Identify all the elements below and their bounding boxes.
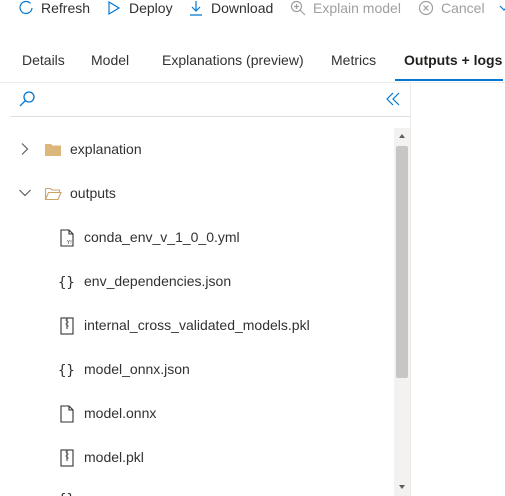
tree-item-file[interactable]: Y! conda_env_v_1_0_0.yml bbox=[10, 216, 394, 260]
chevron-down-icon bbox=[499, 5, 505, 11]
svg-text:Y!: Y! bbox=[66, 240, 72, 246]
tree-item-file[interactable]: {} model_onnx.json bbox=[10, 348, 394, 392]
tabs-divider bbox=[0, 82, 505, 83]
tree-item-label: model.pkl bbox=[84, 449, 144, 465]
tree-item-label: env_dependencies.json bbox=[84, 273, 232, 289]
command-bar: Refresh Deploy Download Explain model Ca… bbox=[0, 0, 505, 18]
tree-item-label: internal_cross_validated_models.pkl bbox=[84, 317, 310, 333]
zip-file-icon bbox=[60, 449, 74, 467]
zip-file-icon bbox=[60, 317, 74, 335]
tree-item-file[interactable]: {} env_dependencies.json bbox=[10, 260, 394, 304]
cancel-icon bbox=[418, 0, 434, 16]
svg-text:{}: {} bbox=[58, 492, 75, 496]
scroll-down-icon[interactable] bbox=[398, 483, 406, 491]
download-label: Download bbox=[211, 0, 274, 16]
refresh-button[interactable]: Refresh bbox=[18, 0, 90, 18]
collapse-panel-icon[interactable] bbox=[386, 92, 400, 106]
tree-item-label: explanation bbox=[70, 141, 142, 157]
json-file-icon: {} bbox=[58, 363, 75, 379]
tab-explanations[interactable]: Explanations (preview) bbox=[162, 52, 304, 68]
tab-metrics[interactable]: Metrics bbox=[331, 52, 376, 68]
yml-file-icon: Y! bbox=[60, 229, 74, 247]
download-button[interactable]: Download bbox=[188, 0, 273, 18]
tab-outputs-logs[interactable]: Outputs + logs bbox=[404, 52, 502, 68]
tree-item-file[interactable]: model.pkl bbox=[10, 436, 394, 480]
svg-text:{}: {} bbox=[58, 363, 75, 379]
tree-item-label: model.onnx bbox=[84, 405, 157, 421]
tab-details[interactable]: Details bbox=[22, 52, 65, 68]
scroll-up-icon[interactable] bbox=[398, 132, 406, 140]
folder-icon bbox=[45, 144, 61, 156]
tree-item-label: model_onnx.json bbox=[84, 361, 190, 377]
tab-bar: Details Model Explanations (preview) Met… bbox=[0, 40, 505, 84]
json-file-icon: {} bbox=[58, 275, 75, 291]
refresh-label: Refresh bbox=[41, 0, 91, 16]
search-icon[interactable] bbox=[18, 90, 36, 108]
cancel-button[interactable]: Cancel bbox=[418, 0, 485, 18]
tree-item-label: outputs bbox=[70, 185, 116, 201]
more-commands-button[interactable] bbox=[499, 0, 505, 18]
svg-text:{}: {} bbox=[58, 275, 75, 291]
tree-item-file[interactable]: internal_cross_validated_models.pkl bbox=[10, 304, 394, 348]
json-file-icon: {} bbox=[58, 492, 75, 496]
file-icon bbox=[60, 405, 74, 423]
deploy-button[interactable]: Deploy bbox=[106, 0, 173, 18]
cancel-label: Cancel bbox=[441, 0, 485, 16]
deploy-label: Deploy bbox=[129, 0, 173, 16]
chevron-down-icon[interactable] bbox=[18, 186, 32, 200]
tree-item-file[interactable]: {} bbox=[10, 480, 394, 496]
play-icon bbox=[108, 0, 121, 16]
refresh-icon bbox=[19, 0, 33, 15]
zoom-in-icon bbox=[290, 0, 306, 16]
tree-item-label: conda_env_v_1_0_0.yml bbox=[84, 229, 240, 245]
search-divider bbox=[10, 116, 410, 117]
chevron-right-icon[interactable] bbox=[18, 142, 32, 156]
explain-model-button[interactable]: Explain model bbox=[290, 0, 401, 18]
tree-item-explanation[interactable]: explanation bbox=[10, 128, 394, 172]
panel-divider bbox=[410, 83, 411, 496]
tab-model[interactable]: Model bbox=[91, 52, 129, 68]
download-icon bbox=[190, 1, 202, 16]
tree-scrollbar[interactable] bbox=[394, 128, 410, 496]
scroll-thumb[interactable] bbox=[396, 146, 408, 378]
folder-open-icon bbox=[44, 187, 62, 201]
tree-item-outputs[interactable]: outputs bbox=[10, 172, 394, 216]
explain-model-label: Explain model bbox=[313, 0, 401, 16]
active-tab-indicator bbox=[395, 79, 503, 81]
file-search-row bbox=[0, 86, 410, 114]
tree-item-file[interactable]: model.onnx bbox=[10, 392, 394, 436]
